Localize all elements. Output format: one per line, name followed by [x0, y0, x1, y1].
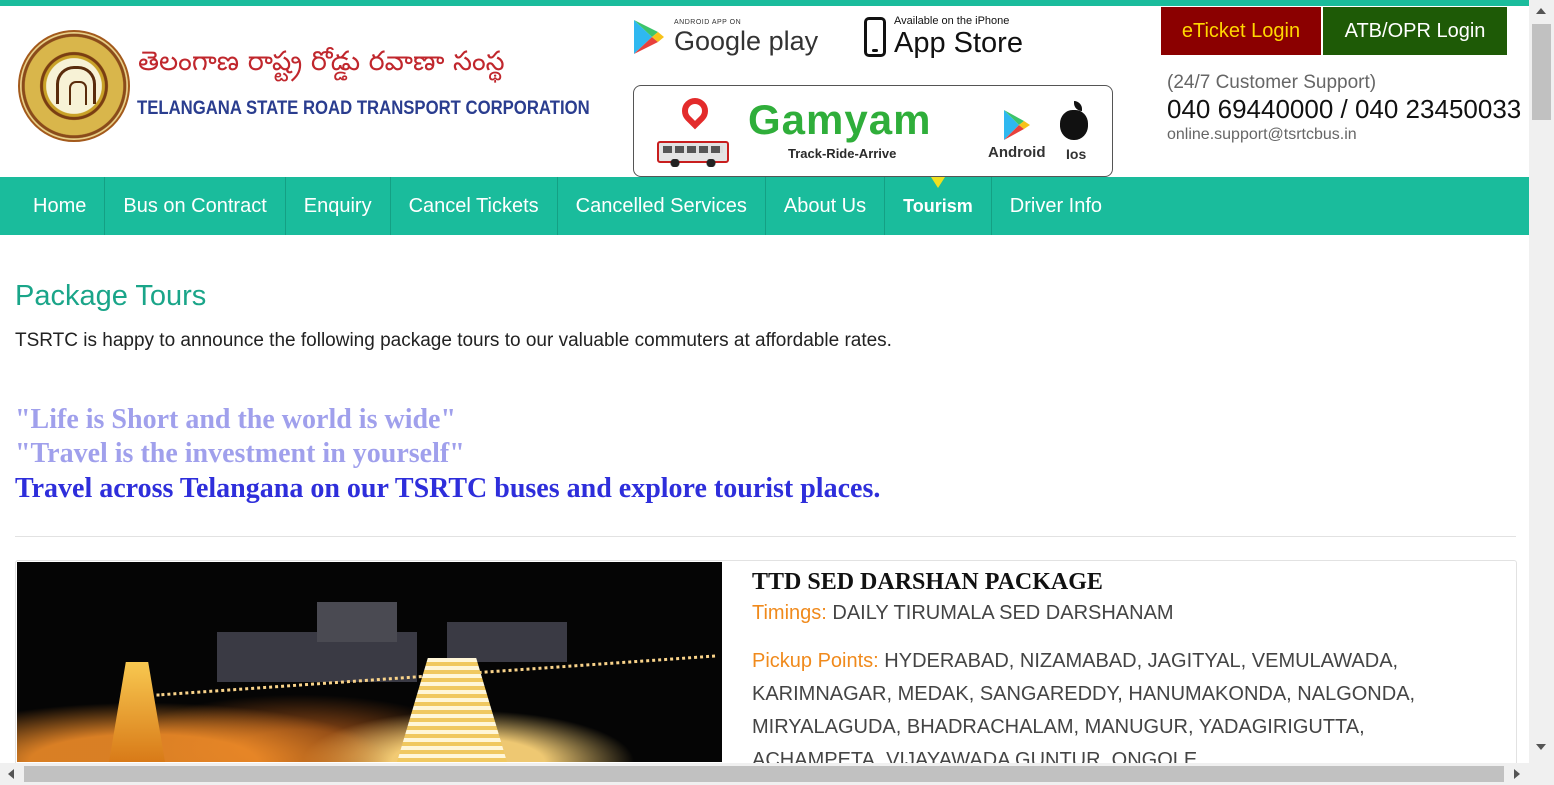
gamyam-app-banner[interactable]: Gamyam Track-Ride-Arrive Android Ios [633, 85, 1113, 177]
nav-item-bus-on-contract[interactable]: Bus on Contract [105, 177, 286, 235]
play-store-icon[interactable] [1002, 108, 1032, 142]
active-caret-icon [930, 177, 945, 188]
horizontal-scrollbar[interactable] [0, 763, 1529, 785]
nav-item-enquiry[interactable]: Enquiry [286, 177, 391, 235]
vertical-scrollbar[interactable] [1529, 0, 1554, 763]
main-nav: Home Bus on Contract Enquiry Cancel Tick… [0, 177, 1529, 235]
app-store-badge[interactable]: Available on the iPhone App Store [864, 14, 1023, 60]
scroll-up-arrow-icon[interactable] [1536, 8, 1546, 14]
scroll-down-arrow-icon[interactable] [1536, 744, 1546, 750]
app-store-small-text: Available on the iPhone [894, 15, 1010, 27]
site-header: తెలంగాణ రాష్ట్ర రోడ్డు రవాణా సంస్థ TELAN… [0, 6, 1529, 177]
app-store-big-text: App Store [894, 27, 1023, 59]
iphone-icon [864, 17, 886, 57]
gamyam-tagline: Track-Ride-Arrive [788, 146, 897, 161]
nav-item-about-us[interactable]: About Us [766, 177, 886, 235]
support-email-link[interactable]: online.support@tsrtcbus.in [1167, 126, 1357, 144]
horizontal-scroll-thumb[interactable] [24, 766, 1504, 782]
vertical-scroll-thumb[interactable] [1532, 24, 1551, 120]
nav-item-cancel-tickets[interactable]: Cancel Tickets [391, 177, 558, 235]
package-pickup-points: Pickup Points: HYDERABAD, NIZAMABAD, JAG… [752, 645, 1452, 769]
tsrtc-emblem-icon[interactable] [18, 30, 130, 142]
support-phone: 040 69440000 / 040 23450033 [1167, 94, 1522, 124]
support-label: (24/7 Customer Support) [1167, 72, 1377, 93]
intro-text: TSRTC is happy to announce the following… [15, 330, 892, 351]
nav-item-tourism-label: Tourism [903, 195, 973, 216]
android-label: Android [988, 144, 1046, 161]
timings-label: Timings: [752, 602, 827, 624]
tirumala-temple-image [17, 562, 722, 762]
logo-telugu-text: తెలంగాణ రాష్ట్ర రోడ్డు రవాణా సంస్థ [138, 46, 505, 77]
scroll-right-arrow-icon[interactable] [1514, 769, 1520, 779]
google-play-big-text: Google play [674, 26, 819, 56]
package-title: TTD SED DARSHAN PACKAGE [752, 569, 1103, 595]
page-title: Package Tours [15, 280, 207, 312]
nav-item-cancelled-services[interactable]: Cancelled Services [558, 177, 766, 235]
google-play-badge[interactable]: ANDROID APP ON Google play [632, 14, 818, 60]
nav-item-home[interactable]: Home [0, 177, 106, 235]
bus-icon [657, 141, 729, 167]
pickup-label: Pickup Points: [752, 650, 879, 672]
quote-line-3: Travel across Telangana on our TSRTC bus… [15, 473, 881, 504]
google-play-icon [632, 18, 666, 56]
scroll-left-arrow-icon[interactable] [8, 769, 14, 779]
nav-item-driver-info[interactable]: Driver Info [992, 177, 1120, 235]
atb-opr-login-button[interactable]: ATB/OPR Login [1323, 7, 1507, 55]
logo-english-text: TELANGANA STATE ROAD TRANSPORT CORPORATI… [137, 98, 590, 119]
gamyam-title: Gamyam [748, 96, 932, 143]
package-timings: Timings: DAILY TIRUMALA SED DARSHANAM [752, 597, 1452, 630]
quote-line-2: "Travel is the investment in yourself" [15, 438, 465, 469]
apple-icon[interactable] [1060, 101, 1088, 140]
ios-label: Ios [1066, 146, 1087, 162]
scrollbar-corner [1529, 763, 1554, 785]
location-pin-icon [676, 92, 714, 130]
timings-value: DAILY TIRUMALA SED DARSHANAM [832, 602, 1174, 624]
package-card: TTD SED DARSHAN PACKAGE Timings: DAILY T… [15, 560, 1517, 770]
quote-line-1: "Life is Short and the world is wide" [15, 404, 457, 435]
eticket-login-button[interactable]: eTicket Login [1161, 7, 1321, 55]
section-divider [15, 536, 1516, 537]
google-play-small-text: ANDROID APP ON [674, 19, 742, 26]
nav-item-tourism[interactable]: Tourism [885, 177, 992, 235]
